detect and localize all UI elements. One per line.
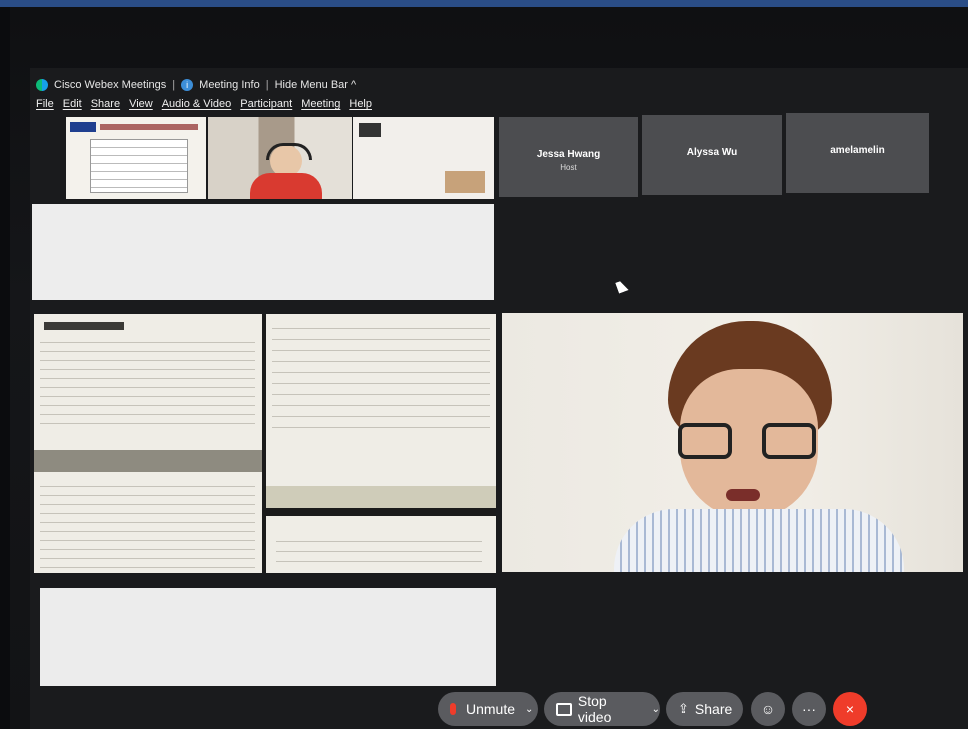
share-label: Share [694, 701, 733, 717]
video-thumbnail-document[interactable] [66, 117, 206, 199]
speaker-mouth [726, 489, 760, 501]
doc-heading-bar [44, 322, 124, 330]
menu-meeting[interactable]: Meeting [301, 98, 340, 114]
speaker-shirt [614, 509, 904, 572]
phrases-table [276, 532, 482, 564]
person-body [250, 173, 322, 199]
title-separator: | [265, 79, 269, 91]
shared-blank-slide-2 [40, 588, 496, 686]
camera-icon [556, 702, 572, 716]
menu-view[interactable]: View [129, 98, 153, 114]
chevron-down-icon[interactable]: ⌄ [652, 704, 660, 715]
shared-blank-slide [32, 204, 494, 300]
menu-file[interactable]: File [36, 98, 54, 114]
chevron-down-icon[interactable]: ⌄ [525, 704, 533, 715]
doc-band-right [266, 486, 496, 508]
menu-bar: File Edit Share View Audio & Video Parti… [36, 98, 372, 114]
title-separator: | [172, 79, 176, 91]
vocabulary-table-left-2 [40, 478, 255, 568]
hide-menu-bar-link[interactable]: Hide Menu Bar ^ [275, 79, 357, 91]
more-icon: ··· [802, 701, 816, 717]
school-logo [70, 122, 96, 132]
participant-tile[interactable]: Alyssa Wu [642, 115, 782, 195]
menu-share[interactable]: Share [91, 98, 120, 114]
share-icon: ⇪ [678, 701, 689, 716]
headset-icon [266, 143, 312, 160]
info-icon: i [181, 79, 194, 91]
menu-audio-video[interactable]: Audio & Video [162, 98, 232, 114]
school-banner [100, 124, 198, 130]
app-title: Cisco Webex Meetings [54, 79, 167, 91]
top-accent-strip [0, 0, 968, 7]
glasses-right [762, 423, 816, 459]
unmute-label: Unmute [466, 701, 516, 717]
share-button[interactable]: ⇪ Share [666, 692, 743, 726]
page-gap-right [266, 508, 496, 516]
schedule-table-image [90, 139, 188, 193]
shelf-object [445, 171, 485, 193]
smiley-icon: ☺ [760, 701, 776, 717]
vocabulary-table-right [272, 318, 490, 438]
unmute-button[interactable]: Unmute ⌄ [438, 692, 538, 726]
camera-object [359, 123, 381, 137]
mic-muted-icon [450, 703, 456, 715]
participant-name: Jessa Hwang [536, 149, 601, 160]
menu-participant[interactable]: Participant [240, 98, 292, 114]
video-thumbnail-room[interactable] [353, 117, 494, 199]
close-icon: × [845, 701, 855, 717]
participant-tile-host[interactable]: Jessa Hwang Host [499, 117, 638, 197]
video-thumbnail-participant[interactable] [208, 117, 352, 199]
participant-name: Alyssa Wu [686, 147, 738, 158]
title-bar: Cisco Webex Meetings | i Meeting Info | … [36, 76, 356, 94]
webex-logo-icon [36, 79, 48, 91]
stop-video-label: Stop video [577, 693, 612, 725]
stop-video-button[interactable]: Stop video ⌄ [544, 692, 660, 726]
shared-vocabulary-document [34, 314, 496, 573]
reactions-button[interactable]: ☺ [751, 692, 785, 726]
participant-name: amelamelin [830, 145, 885, 156]
menu-edit[interactable]: Edit [63, 98, 82, 114]
page-gap [262, 314, 266, 573]
participant-tile[interactable]: amelamelin [786, 113, 929, 193]
end-meeting-button[interactable]: × [833, 692, 867, 726]
doc-band [34, 450, 262, 472]
meeting-info-link[interactable]: Meeting Info [199, 79, 260, 91]
menu-help[interactable]: Help [349, 98, 372, 114]
participant-role: Host [560, 163, 577, 172]
more-options-button[interactable]: ··· [792, 692, 826, 726]
active-speaker-video [502, 313, 963, 572]
vocabulary-table-left [40, 334, 255, 430]
glasses-left [678, 423, 732, 459]
